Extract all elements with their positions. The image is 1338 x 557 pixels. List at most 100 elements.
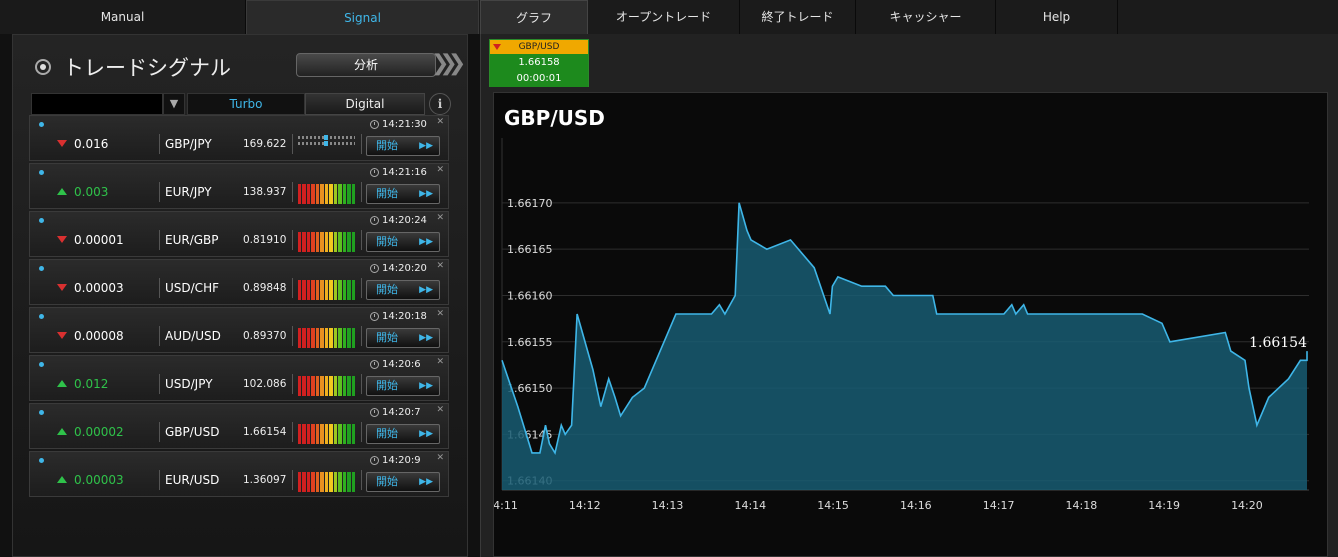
nav-tab-1[interactable]: オープントレード <box>588 0 740 34</box>
play-icon: ▶▶ <box>419 141 433 151</box>
nav-tab-2[interactable]: 終了トレード <box>740 0 856 34</box>
y-tick-label: 1.66170 <box>507 197 553 210</box>
signal-strength-meter <box>298 472 356 492</box>
arrow-down-icon <box>57 140 67 147</box>
x-tick-label: 14:13 <box>652 499 684 512</box>
signal-symbol: GBP/JPY <box>165 137 212 151</box>
ticker-countdown: 00:00:01 <box>516 73 562 84</box>
close-icon[interactable]: ✕ <box>436 357 444 367</box>
signal-time: 14:20:20 <box>382 263 427 274</box>
signal-strength-meter <box>298 135 355 156</box>
nav-tab-0[interactable]: グラフ <box>480 0 588 34</box>
signal-time: 14:21:16 <box>382 167 427 178</box>
close-icon[interactable]: ✕ <box>436 261 444 271</box>
close-icon[interactable]: ✕ <box>436 453 444 463</box>
chevron-right-icon: ❯❯❯ <box>431 51 466 76</box>
signal-time: 14:20:18 <box>382 311 427 322</box>
close-icon[interactable]: ✕ <box>436 405 444 415</box>
analyze-button[interactable]: 分析 <box>296 53 436 77</box>
tab-signal[interactable]: Signal <box>246 0 479 34</box>
close-icon[interactable]: ✕ <box>436 165 444 175</box>
play-icon: ▶▶ <box>419 285 433 295</box>
status-dot <box>39 410 44 415</box>
signal-strength-meter <box>298 424 356 444</box>
info-icon[interactable]: i <box>429 93 451 115</box>
panel-title: トレードシグナル <box>63 56 231 80</box>
y-tick-label: 1.66160 <box>507 289 553 302</box>
start-button[interactable]: 開始 ▶▶ <box>366 232 440 252</box>
signal-symbol: EUR/JPY <box>165 185 212 199</box>
ticker-price: 1.66158 <box>518 57 560 68</box>
signal-row[interactable]: 14:20:24 ✕ 0.00001 EUR/GBP 0.81910 開始 ▶▶ <box>29 211 449 257</box>
price-ticker[interactable]: GBP/USD 1.66158 00:00:01 <box>489 39 589 87</box>
signal-price: 102.086 <box>243 378 287 390</box>
start-button[interactable]: 開始 ▶▶ <box>366 328 440 348</box>
x-tick-label: 14:15 <box>817 499 849 512</box>
close-icon[interactable]: ✕ <box>436 117 444 127</box>
tab-turbo[interactable]: Turbo <box>187 93 305 115</box>
signal-change: 0.003 <box>74 185 109 199</box>
start-button[interactable]: 開始 ▶▶ <box>366 280 440 300</box>
clock-icon <box>370 264 379 273</box>
signal-change: 0.00002 <box>74 425 124 439</box>
arrow-down-icon <box>57 236 67 243</box>
start-button[interactable]: 開始 ▶▶ <box>366 472 440 492</box>
price-chart[interactable]: 1.661401.661451.661501.661551.661601.661… <box>493 92 1328 557</box>
clock-icon <box>370 312 379 321</box>
clock-icon <box>370 120 379 129</box>
signal-row[interactable]: 14:21:30 ✕ 0.016 GBP/JPY 169.622 開始 ▶▶ <box>29 115 449 161</box>
close-icon[interactable]: ✕ <box>436 213 444 223</box>
signal-change: 0.012 <box>74 377 109 391</box>
chevron-down-icon[interactable]: ▼ <box>163 93 185 115</box>
status-dot <box>39 314 44 319</box>
status-dot <box>39 266 44 271</box>
tab-digital[interactable]: Digital <box>305 93 425 115</box>
asset-filter-select[interactable] <box>31 93 163 115</box>
arrow-down-icon <box>57 284 67 291</box>
signal-time: 14:20:6 <box>382 359 421 370</box>
signal-row[interactable]: 14:20:7 ✕ 0.00002 GBP/USD 1.66154 開始 ▶▶ <box>29 403 449 449</box>
x-tick-label: 14:14 <box>734 499 766 512</box>
arrow-up-icon <box>57 380 67 387</box>
signal-time: 14:20:24 <box>382 215 427 226</box>
signal-change: 0.00008 <box>74 329 124 343</box>
start-button[interactable]: 開始 ▶▶ <box>366 184 440 204</box>
start-button[interactable]: 開始 ▶▶ <box>366 424 440 444</box>
play-icon: ▶▶ <box>419 429 433 439</box>
clock-icon <box>370 408 379 417</box>
start-button[interactable]: 開始 ▶▶ <box>366 136 440 156</box>
signal-row[interactable]: 14:21:16 ✕ 0.003 EUR/JPY 138.937 開始 ▶▶ <box>29 163 449 209</box>
chart-svg[interactable]: 1.661401.661451.661501.661551.661601.661… <box>494 93 1329 557</box>
signal-symbol: USD/JPY <box>165 377 213 391</box>
arrow-down-icon <box>57 332 67 339</box>
close-icon[interactable]: ✕ <box>436 309 444 319</box>
signal-price: 1.36097 <box>243 474 287 486</box>
ticker-symbol: GBP/USD <box>518 42 560 52</box>
chart-panel: GBP/USD 1.66158 00:00:01 1.661401.661451… <box>480 34 1338 557</box>
signal-price: 0.89848 <box>243 282 287 294</box>
signal-row[interactable]: 14:20:9 ✕ 0.00003 EUR/USD 1.36097 開始 ▶▶ <box>29 451 449 497</box>
start-button[interactable]: 開始 ▶▶ <box>366 376 440 396</box>
nav-tab-4[interactable]: Help <box>996 0 1118 34</box>
signal-row[interactable]: 14:20:20 ✕ 0.00003 USD/CHF 0.89848 開始 ▶▶ <box>29 259 449 305</box>
x-tick-label: 14:18 <box>1066 499 1098 512</box>
radio-icon[interactable] <box>35 59 51 75</box>
signal-strength-meter <box>298 328 356 348</box>
nav-tab-3[interactable]: キャッシャー <box>856 0 996 34</box>
signal-row[interactable]: 14:20:6 ✕ 0.012 USD/JPY 102.086 開始 ▶▶ <box>29 355 449 401</box>
signal-time: 14:20:9 <box>382 455 421 466</box>
play-icon: ▶▶ <box>419 237 433 247</box>
clock-icon <box>370 360 379 369</box>
status-dot <box>39 170 44 175</box>
signal-row[interactable]: 14:20:18 ✕ 0.00008 AUD/USD 0.89370 開始 ▶▶ <box>29 307 449 353</box>
arrow-down-icon <box>493 44 501 50</box>
tab-manual[interactable]: Manual <box>0 0 246 34</box>
x-tick-label: 14:16 <box>900 499 932 512</box>
signal-price: 0.89370 <box>243 330 287 342</box>
signal-change: 0.00001 <box>74 233 124 247</box>
signal-symbol: GBP/USD <box>165 425 220 439</box>
x-tick-label: 14:19 <box>1148 499 1180 512</box>
signal-strength-meter <box>298 184 356 204</box>
signal-time: 14:20:7 <box>382 407 421 418</box>
panel-header: トレードシグナル <box>35 52 231 82</box>
